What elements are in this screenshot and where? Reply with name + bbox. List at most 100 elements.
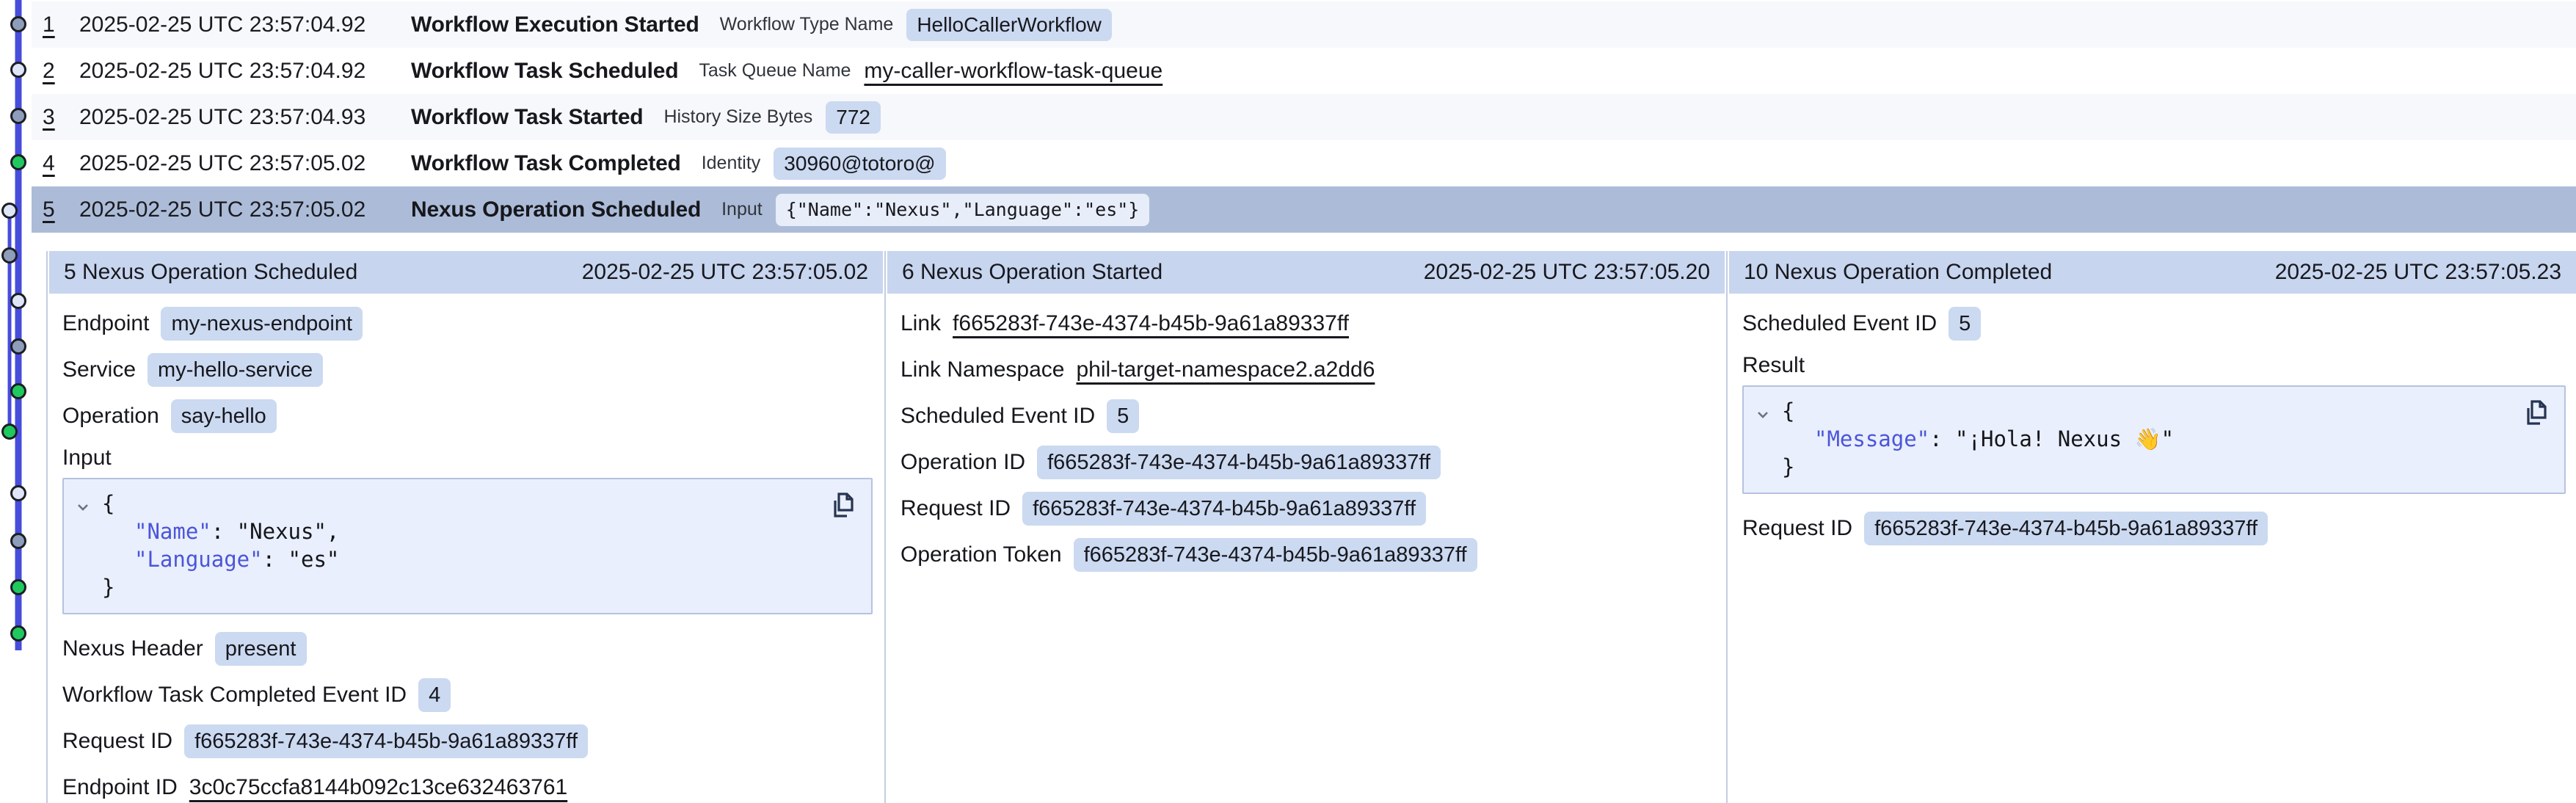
json-text: : "¡Hola! Nexus 👋" (1929, 426, 2174, 451)
event-detail-panel: 5 Nexus Operation Scheduled2025-02-25 UT… (48, 251, 884, 803)
panel-timestamp: 2025-02-25 UTC 23:57:05.20 (1424, 260, 1710, 285)
field-label: Link (900, 311, 941, 336)
event-name: Workflow Task Completed (411, 151, 681, 176)
copy-icon[interactable] (2523, 399, 2550, 428)
event-detail-panel: 6 Nexus Operation Started 2025-02-25 UTC … (884, 251, 1726, 803)
field-value-link[interactable]: 3c0c75ccfa8144b092c13ce632463761 (189, 775, 567, 800)
json-line: "Name": "Nexus", (64, 517, 820, 545)
field-label: Request ID (1742, 516, 1852, 541)
detail-field: Operation say-hello (62, 399, 873, 433)
event-attr-label: Task Queue Name (699, 60, 851, 81)
copy-icon[interactable] (830, 491, 856, 520)
field-label: Scheduled Event ID (1742, 311, 1937, 336)
event-name: Nexus Operation Scheduled (411, 197, 701, 222)
timeline-dot-pale (12, 294, 26, 308)
event-id-link[interactable]: 1 (43, 12, 79, 37)
timeline-dot-green (12, 581, 26, 595)
event-timestamp: 2025-02-25 UTC 23:57:05.02 (79, 151, 411, 176)
chevron-down-icon[interactable] (74, 495, 92, 512)
event-attr-label: Workflow Type Name (720, 14, 894, 35)
event-attr-value: {"Name":"Nexus","Language":"es"} (776, 194, 1150, 226)
event-name: Workflow Task Scheduled (411, 59, 678, 84)
event-id-link[interactable]: 4 (43, 151, 79, 176)
field-label: Result (1742, 353, 2566, 378)
event-id-link[interactable]: 5 (43, 197, 79, 222)
json-line: "Message": "¡Hola! Nexus 👋" (1744, 425, 2513, 453)
field-value-badge: present (215, 632, 307, 666)
field-value-link[interactable]: f665283f-743e-4374-b45b-9a61a89337ff (953, 311, 1349, 336)
event-timestamp: 2025-02-25 UTC 23:57:04.92 (79, 12, 411, 37)
field-label: Workflow Task Completed Event ID (62, 683, 407, 708)
event-attr-value-link[interactable]: my-caller-workflow-task-queue (864, 59, 1163, 84)
chevron-down-icon[interactable] (1754, 402, 1772, 420)
field-label: Request ID (62, 729, 172, 754)
detail-field: Link f665283f-743e-4374-b45b-9a61a89337ff (900, 307, 1714, 341)
json-text: : "es" (263, 547, 340, 572)
json-text: } (102, 575, 114, 600)
event-id-text: 3 (43, 105, 55, 129)
event-id-link[interactable]: 2 (43, 59, 79, 84)
field-value-badge: my-hello-service (148, 353, 323, 387)
panel-header: 5 Nexus Operation Scheduled2025-02-25 UT… (49, 251, 883, 294)
detail-field: Operation ID f665283f-743e-4374-b45b-9a61… (900, 446, 1714, 479)
event-timestamp: 2025-02-25 UTC 23:57:04.92 (79, 59, 411, 84)
event-attr-label: Input (721, 199, 763, 220)
panel-header: 10 Nexus Operation Completed 2025-02-25 U… (1729, 251, 2576, 294)
detail-field: Operation Tokenf665283f-743e-4374-b45b-9… (900, 538, 1714, 572)
panel-timestamp: 2025-02-25 UTC 23:57:05.23 (2275, 260, 2561, 285)
field-value-badge: f665283f-743e-4374-b45b-9a61a89337ff (1037, 446, 1441, 479)
detail-field: Workflow Task Completed Event ID4 (62, 678, 873, 712)
json-key: "Language" (134, 547, 263, 572)
event-attr-label: History Size Bytes (663, 106, 812, 128)
panel-title: 10 Nexus Operation Completed (1744, 260, 2052, 285)
panel-title: 5 Nexus Operation Scheduled (64, 260, 357, 285)
panel-header: 6 Nexus Operation Started 2025-02-25 UTC … (887, 251, 1725, 294)
detail-field: Request ID f665283f-743e-4374-b45b-9a61a8… (1742, 512, 2566, 545)
timeline-dot-green (12, 627, 26, 641)
event-name: Workflow Task Started (411, 105, 643, 130)
event-row[interactable]: 52025-02-25 UTC 23:57:05.02Nexus Operati… (32, 186, 2576, 233)
detail-field: Scheduled Event ID5 (1742, 307, 2566, 341)
event-row[interactable]: 32025-02-25 UTC 23:57:04.93Workflow Task… (32, 94, 2576, 140)
field-label: Scheduled Event ID (900, 404, 1095, 429)
field-value-badge: f665283f-743e-4374-b45b-9a61a89337ff (1074, 538, 1477, 572)
json-text: : "Nexus", (211, 519, 340, 544)
field-value-badge: f665283f-743e-4374-b45b-9a61a89337ff (184, 724, 588, 758)
field-label: Operation (62, 404, 159, 429)
event-row[interactable]: 42025-02-25 UTC 23:57:05.02Workflow Task… (32, 140, 2576, 186)
event-id-text: 1 (43, 12, 55, 37)
event-id-text: 2 (43, 59, 55, 83)
event-attr-value: 772 (826, 101, 881, 134)
json-line: } (1744, 453, 2513, 481)
event-row[interactable]: 12025-02-25 UTC 23:57:04.92Workflow Exec… (32, 1, 2576, 48)
field-label: Endpoint ID (62, 775, 178, 800)
json-text: { (102, 491, 114, 516)
detail-field: Scheduled Event ID5 (900, 399, 1714, 433)
panel-body: Endpointmy-nexus-endpointServicemy-hello… (48, 294, 884, 803)
field-value-badge: my-nexus-endpoint (161, 307, 363, 341)
event-attr-label: Identity (702, 153, 761, 174)
field-label: Request ID (900, 496, 1011, 521)
field-value-badge: say-hello (171, 399, 277, 433)
panel-title: 6 Nexus Operation Started (902, 260, 1163, 285)
field-label: Link Namespace (900, 357, 1064, 382)
event-detail-panels: 5 Nexus Operation Scheduled 2025-02-25 UT… (46, 251, 2576, 803)
field-label: Operation ID (900, 450, 1025, 475)
timeline-dot-green (3, 425, 17, 439)
field-label: Nexus Header (62, 636, 203, 661)
json-text: } (1782, 454, 1794, 479)
event-detail-panel: 10 Nexus Operation Completed 2025-02-25 U… (1726, 251, 2576, 803)
timeline-dot-gray (3, 249, 17, 263)
event-id-link[interactable]: 3 (43, 105, 79, 130)
event-id-text: 5 (43, 197, 55, 222)
detail-field: Request ID f665283f-743e-4374-b45b-9a61a8… (62, 724, 873, 758)
field-value-link[interactable]: phil-target-namespace2.a2dd6 (1076, 357, 1375, 382)
field-value-badge: f665283f-743e-4374-b45b-9a61a89337ff (1022, 492, 1426, 526)
event-row[interactable]: 2 2025-02-25 UTC 23:57:04.92Workflow Task… (32, 48, 2576, 94)
json-viewer: {"Name": "Nexus","Language": "es"} (62, 478, 873, 614)
field-value-badge: f665283f-743e-4374-b45b-9a61a89337ff (1864, 512, 2268, 545)
json-line: "Language": "es" (64, 545, 820, 573)
json-line: { (1744, 397, 2513, 425)
timeline-dot-pale (12, 487, 26, 501)
timeline-dot-green (12, 385, 26, 399)
